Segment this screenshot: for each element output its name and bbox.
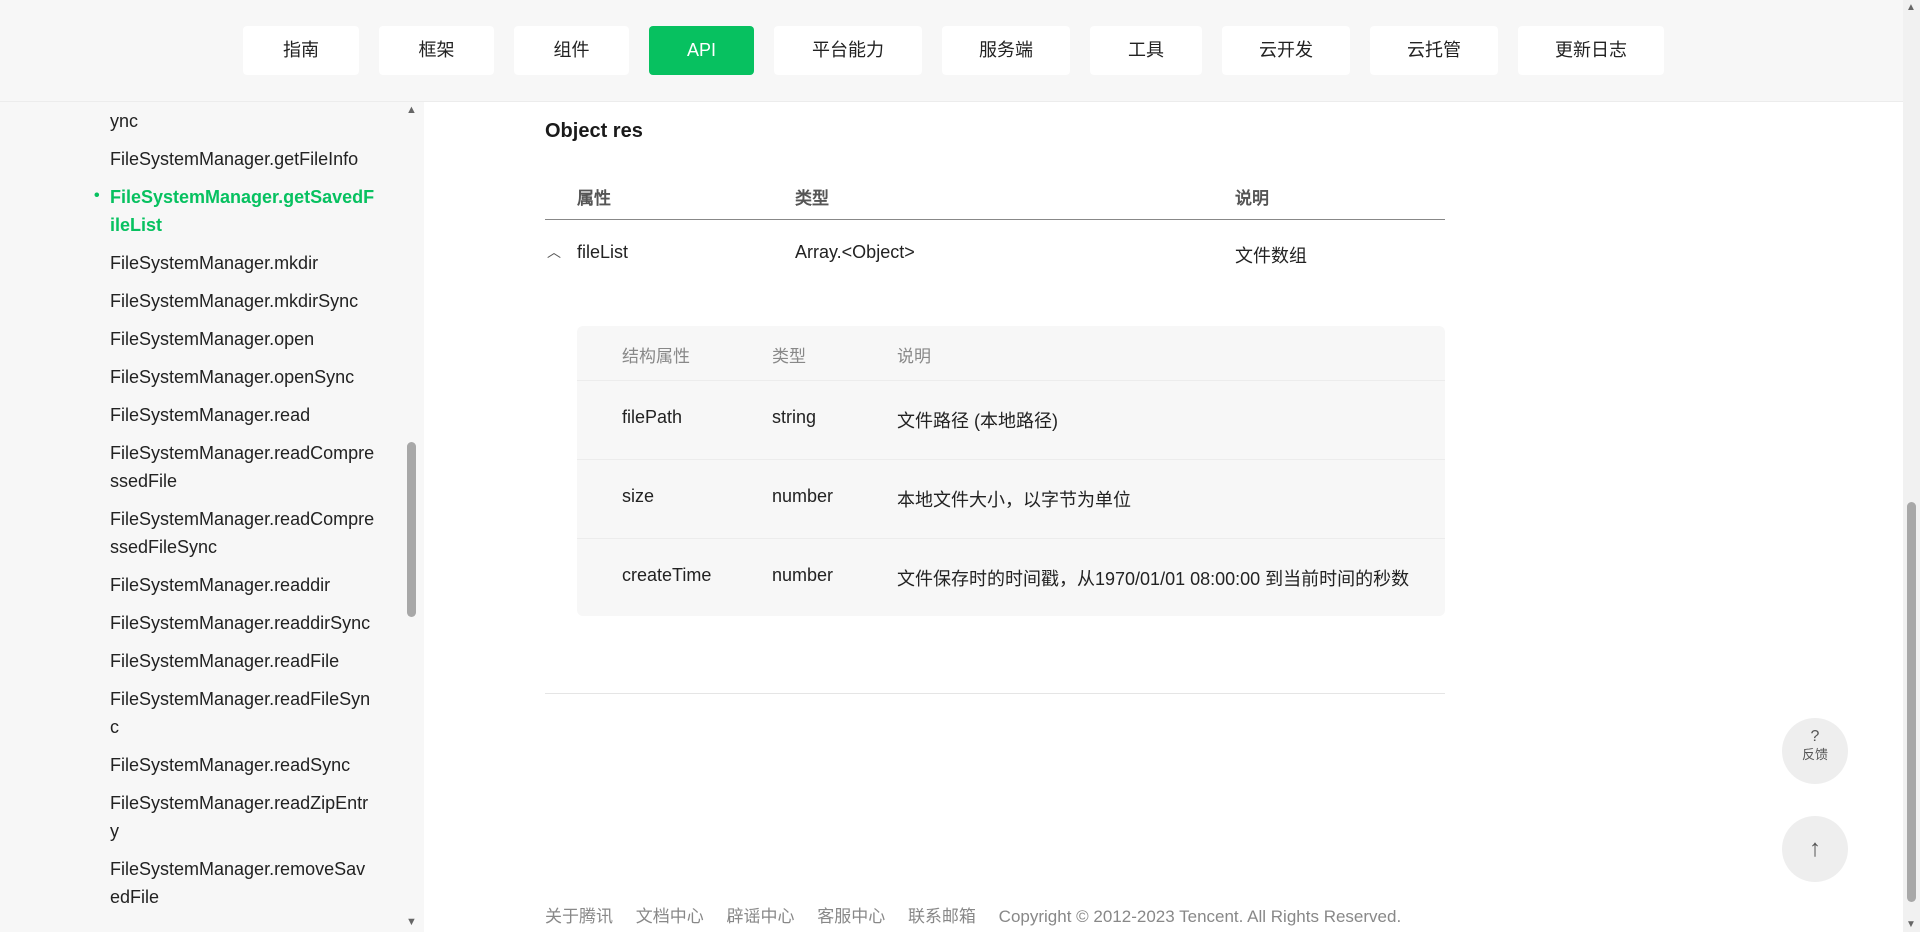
footer-link-docs[interactable]: 文档中心 bbox=[636, 907, 704, 926]
footer: 关于腾讯 文档中心 辟谣中心 客服中心 联系邮箱 Copyright © 201… bbox=[545, 902, 1445, 927]
sidebar: ync FileSystemManager.getFileInfo • FileS… bbox=[0, 102, 424, 932]
sidebar-item-active[interactable]: • FileSystemManager.getSavedFileList bbox=[94, 178, 375, 244]
nested-table-row: filePath string 文件路径 (本地路径) bbox=[577, 381, 1445, 460]
sub-row-name: filePath bbox=[622, 407, 683, 427]
row-type: Array.<Object> bbox=[795, 242, 915, 262]
header-desc: 说明 bbox=[1235, 189, 1269, 208]
arrow-up-icon: ↑ bbox=[1809, 835, 1821, 862]
scroll-down-icon[interactable]: ▼ bbox=[406, 916, 417, 928]
sub-header-attr: 结构属性 bbox=[622, 347, 690, 366]
header-type: 类型 bbox=[795, 189, 829, 208]
tab-api[interactable]: API bbox=[649, 26, 754, 75]
sidebar-item[interactable]: FileSystemManager.mkdir bbox=[110, 244, 375, 282]
sub-header-type: 类型 bbox=[772, 347, 806, 366]
page-scrollbar[interactable]: ▲ ▼ bbox=[1903, 0, 1920, 932]
sidebar-item[interactable]: FileSystemManager.readdir bbox=[110, 566, 375, 604]
tab-components[interactable]: 组件 bbox=[514, 26, 629, 75]
question-icon: ? bbox=[1810, 728, 1820, 745]
feedback-label: 反馈 bbox=[1801, 747, 1828, 762]
nested-table-row: size number 本地文件大小，以字节为单位 bbox=[577, 460, 1445, 539]
section-divider bbox=[545, 693, 1445, 694]
page-scroll-thumb[interactable] bbox=[1907, 502, 1916, 902]
sub-row-desc: 本地文件大小，以字节为单位 bbox=[897, 490, 1131, 510]
footer-link-support[interactable]: 客服中心 bbox=[817, 907, 885, 926]
table-header: 属性 类型 说明 bbox=[545, 176, 1445, 220]
footer-link-email[interactable]: 联系邮箱 bbox=[908, 907, 976, 926]
sidebar-item[interactable]: ync bbox=[110, 102, 375, 140]
tab-server[interactable]: 服务端 bbox=[942, 26, 1070, 75]
tab-cloud-hosting[interactable]: 云托管 bbox=[1370, 26, 1498, 75]
sidebar-item[interactable]: FileSystemManager.readSync bbox=[110, 746, 375, 784]
sidebar-item[interactable]: FileSystemManager.readZipEntry bbox=[110, 784, 375, 850]
sidebar-list: ync FileSystemManager.getFileInfo • FileS… bbox=[94, 102, 375, 916]
sidebar-item[interactable]: FileSystemManager.openSync bbox=[110, 358, 375, 396]
sidebar-item-label: FileSystemManager.getSavedFileList bbox=[110, 187, 375, 235]
nested-table-header: 结构属性 类型 说明 bbox=[577, 326, 1445, 381]
sub-row-desc: 文件路径 (本地路径) bbox=[897, 411, 1058, 431]
row-desc: 文件数组 bbox=[1235, 246, 1307, 266]
sidebar-item[interactable]: FileSystemManager.readCompressedFileSync bbox=[110, 500, 375, 566]
tab-framework[interactable]: 框架 bbox=[379, 26, 494, 75]
nested-table-row: createTime number 文件保存时的时间戳，从1970/01/01 … bbox=[577, 539, 1445, 618]
row-name: fileList bbox=[577, 242, 629, 262]
tab-changelog[interactable]: 更新日志 bbox=[1518, 26, 1664, 75]
tab-guide[interactable]: 指南 bbox=[243, 26, 359, 75]
tab-tools[interactable]: 工具 bbox=[1090, 26, 1202, 75]
header-attr: 属性 bbox=[577, 189, 611, 208]
sub-row-name: size bbox=[622, 486, 655, 506]
sidebar-item[interactable]: FileSystemManager.readCompressedFile bbox=[110, 434, 375, 500]
sidebar-item[interactable]: FileSystemManager.readFile bbox=[110, 642, 375, 680]
section-title: Object res bbox=[545, 120, 643, 142]
sidebar-item[interactable]: FileSystemManager.getFileInfo bbox=[110, 140, 375, 178]
sidebar-item[interactable]: FileSystemManager.read bbox=[110, 396, 375, 434]
tab-platform-capability[interactable]: 平台能力 bbox=[774, 26, 922, 75]
sub-row-type: number bbox=[772, 565, 834, 585]
footer-link-about[interactable]: 关于腾讯 bbox=[545, 907, 613, 926]
sidebar-item[interactable]: FileSystemManager.readFileSync bbox=[110, 680, 375, 746]
footer-link-rumor[interactable]: 辟谣中心 bbox=[726, 907, 794, 926]
back-to-top-button[interactable]: ↑ bbox=[1782, 816, 1848, 882]
scroll-up-icon[interactable]: ▲ bbox=[406, 104, 417, 116]
chevron-up-icon[interactable]: ︿ bbox=[547, 242, 561, 262]
sidebar-item[interactable]: FileSystemManager.readdirSync bbox=[110, 604, 375, 642]
top-nav: 指南 框架 组件 API 平台能力 服务端 工具 云开发 云托管 更新日志 bbox=[0, 0, 1903, 102]
feedback-button[interactable]: ? 反馈 bbox=[1782, 718, 1848, 784]
sidebar-item[interactable]: FileSystemManager.removeSavedFile bbox=[110, 850, 375, 916]
sidebar-scrollbar[interactable]: ▲ ▼ bbox=[404, 102, 420, 932]
footer-copyright: Copyright © 2012-2023 Tencent. All Right… bbox=[998, 907, 1402, 926]
sub-header-desc: 说明 bbox=[897, 347, 931, 366]
nested-table: 结构属性 类型 说明 filePath string 文件路径 (本地路径) s… bbox=[577, 326, 1445, 616]
sub-row-desc: 文件保存时的时间戳，从1970/01/01 08:00:00 到当前时间的秒数 bbox=[897, 569, 1410, 589]
scroll-down-icon[interactable]: ▼ bbox=[1906, 919, 1916, 930]
active-marker: • bbox=[94, 187, 100, 204]
sidebar-item[interactable]: FileSystemManager.mkdirSync bbox=[110, 282, 375, 320]
tab-cloud-dev[interactable]: 云开发 bbox=[1222, 26, 1350, 75]
sub-row-name: createTime bbox=[622, 565, 712, 585]
sidebar-scroll-thumb[interactable] bbox=[407, 442, 416, 617]
sub-row-type: number bbox=[772, 486, 834, 506]
scroll-up-icon[interactable]: ▲ bbox=[1906, 2, 1916, 13]
sidebar-item[interactable]: FileSystemManager.open bbox=[110, 320, 375, 358]
sub-row-type: string bbox=[772, 407, 817, 427]
nav-tabs: 指南 框架 组件 API 平台能力 服务端 工具 云开发 云托管 更新日志 bbox=[243, 26, 1684, 75]
